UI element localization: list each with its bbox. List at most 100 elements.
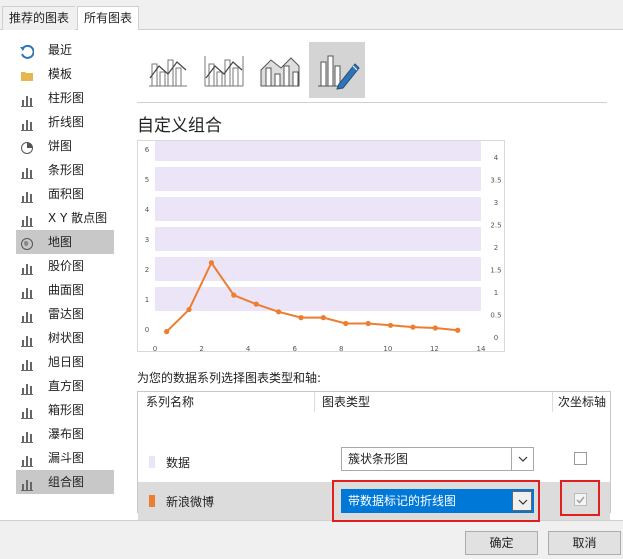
waterfall-chart-icon (20, 427, 34, 443)
x-tick-label: 6 (292, 345, 297, 351)
funnel-chart-icon (20, 451, 34, 467)
series-table: 系列名称 图表类型 次坐标轴 数据 簇状条形图 新浪微博 带数据标记的折线图 (137, 391, 611, 522)
checkmark-icon (576, 496, 585, 504)
sidebar-item-label: 直方图 (48, 379, 85, 393)
sidebar-item-label: X Y 散点图 (48, 211, 108, 225)
chart-type-sidebar: 最近模板 柱形图 折线图饼图条形图面积图 X Y 散点图 地图股价图 曲面图 雷达图树状图旭… (16, 38, 114, 494)
surface-chart-icon (20, 283, 34, 299)
line-marker (298, 315, 304, 321)
secondary-axis-checkbox-data[interactable] (574, 452, 587, 465)
tab-recommended-charts[interactable]: 推荐的图表 (2, 6, 76, 30)
column-chart-icon (20, 91, 34, 107)
ok-button[interactable]: 确定 (465, 531, 538, 555)
content-panel: 最近模板 柱形图 折线图饼图条形图面积图 X Y 散点图 地图股价图 曲面图 雷达图树状图旭… (0, 30, 623, 522)
line-marker (275, 309, 282, 315)
sunburst-chart-icon (20, 355, 34, 371)
clustered-column-line-icon[interactable] (141, 42, 197, 98)
header-series-name: 系列名称 (146, 395, 195, 409)
bar-chart-icon (20, 163, 34, 179)
sidebar-item[interactable]: 雷达图 (16, 302, 114, 326)
combo-section-title: 自定义组合 (137, 116, 222, 136)
box-whisker-chart-icon (20, 403, 34, 419)
sidebar-item[interactable]: 最近 (16, 38, 114, 62)
x-tick-label: 12 (430, 345, 439, 351)
y-left-tick-label: 5 (145, 176, 149, 184)
cancel-button[interactable]: 取消 (548, 531, 621, 555)
custom-combination-icon[interactable] (309, 42, 365, 98)
line-marker (365, 320, 371, 327)
chevron-down-icon[interactable] (511, 448, 533, 470)
line-marker (410, 324, 416, 330)
sidebar-item[interactable]: 地图 (16, 230, 114, 254)
chart-type-select-data[interactable]: 簇状条形图 (341, 447, 534, 471)
sidebar-item[interactable]: 树状图 (16, 326, 114, 350)
bar (155, 167, 481, 191)
sidebar-item-label: 树状图 (48, 331, 85, 345)
y-right-tick-label: 4 (494, 154, 499, 162)
stock-chart-icon (20, 259, 34, 275)
line-marker (208, 260, 215, 266)
y-right-tick-label: 0 (494, 334, 498, 342)
sidebar-item-label: 箱形图 (48, 403, 85, 417)
x-tick-label: 10 (383, 345, 392, 351)
sidebar-item[interactable]: X Y 散点图 (16, 206, 114, 230)
header-divider (314, 392, 315, 412)
sidebar-item[interactable]: 箱形图 (16, 398, 114, 422)
header-divider (552, 392, 553, 412)
clustered-column-line-secondary-axis-icon[interactable] (197, 42, 253, 98)
radar-chart-icon (20, 307, 34, 323)
tab-all-charts[interactable]: 所有图表 (77, 6, 140, 31)
sidebar-item[interactable]: 旭日图 (16, 350, 114, 374)
area-chart-icon (20, 187, 34, 203)
sidebar-item-label: 地图 (48, 235, 73, 249)
folder-icon (20, 67, 34, 81)
sidebar-item[interactable]: 面积图 (16, 182, 114, 206)
combo-chart-icon (20, 475, 34, 491)
sidebar-item[interactable]: 条形图 (16, 158, 114, 182)
line-marker (320, 315, 326, 321)
x-tick-label: 2 (199, 345, 203, 351)
x-tick-label: 8 (339, 345, 343, 351)
chart-type-select-weibo[interactable]: 带数据标记的折线图 (341, 489, 534, 513)
sidebar-item-label: 漏斗图 (48, 451, 85, 465)
chevron-down-icon[interactable] (512, 491, 532, 511)
secondary-axis-checkbox-weibo[interactable] (574, 493, 587, 506)
y-right-tick-label: 2.5 (490, 222, 501, 230)
sidebar-item[interactable]: 饼图 (16, 134, 114, 158)
sidebar-item-label: 面积图 (48, 187, 85, 201)
series-color-swatch (149, 495, 155, 507)
sidebar-item[interactable]: 直方图 (16, 374, 114, 398)
line-marker (455, 327, 461, 333)
select-value: 带数据标记的折线图 (348, 494, 457, 508)
sidebar-item[interactable]: 股价图 (16, 254, 114, 278)
sidebar-item-label: 瀑布图 (48, 427, 85, 441)
sidebar-item[interactable]: 漏斗图 (16, 446, 114, 470)
y-right-tick-label: 3.5 (490, 177, 501, 185)
change-chart-type-dialog: 推荐的图表 所有图表 最近模板 柱形图 折线图饼图条形图面积图 X Y 散点图 地图股价… (0, 0, 623, 559)
y-right-tick-label: 1.5 (490, 267, 501, 275)
header-secondary-axis: 次坐标轴 (558, 395, 607, 409)
map-chart-icon (20, 235, 34, 250)
y-right-tick-label: 1 (494, 289, 498, 297)
sidebar-item[interactable]: 模板 (16, 62, 114, 86)
line-marker (164, 329, 170, 335)
sidebar-item-label: 饼图 (48, 139, 73, 153)
y-left-tick-label: 4 (145, 206, 150, 214)
sidebar-item[interactable]: 折线图 (16, 110, 114, 134)
x-tick-label: 0 (153, 345, 157, 351)
histogram-chart-icon (20, 379, 34, 395)
sidebar-item[interactable]: 瀑布图 (16, 422, 114, 446)
y-left-tick-label: 0 (145, 326, 149, 334)
line-marker (253, 301, 259, 307)
select-value: 簇状条形图 (348, 452, 409, 466)
stacked-area-clustered-column-icon[interactable] (253, 42, 309, 98)
sidebar-item-label: 最近 (48, 43, 73, 57)
sidebar-item[interactable]: 柱形图 (16, 86, 114, 110)
pie-chart-icon (20, 139, 34, 154)
sidebar-item[interactable]: 组合图 (16, 470, 114, 494)
chart-preview: 0 1 2 3 4 5 6 0 0.5 1 1.5 2 2.5 3 3.5 4 0 2 4 6 8 10 12 14 (137, 140, 505, 352)
combo-chart: 012345600.511.522.533.540 2 4 6 8 10 12 14 (145, 141, 502, 351)
series-name: 数据 (166, 456, 191, 470)
sidebar-item[interactable]: 曲面图 (16, 278, 114, 302)
tab-bar: 推荐的图表 所有图表 (0, 0, 623, 31)
